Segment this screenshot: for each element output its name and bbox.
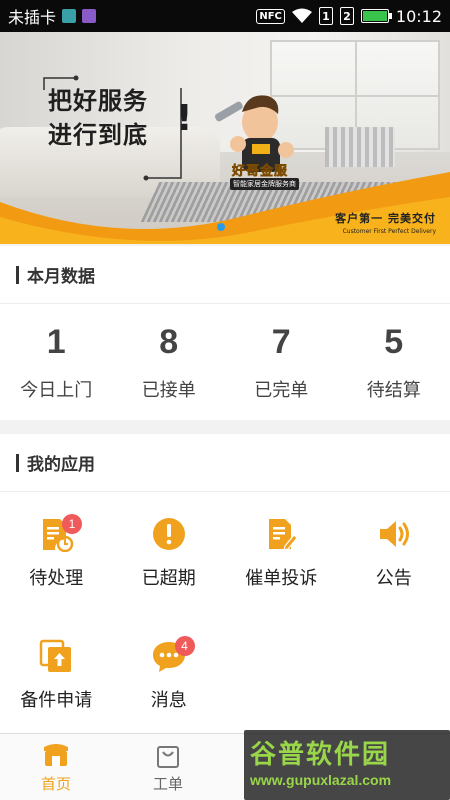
section-header-bar	[16, 453, 19, 472]
stat-value: 1	[46, 322, 66, 361]
shopping-bag-icon	[157, 745, 179, 768]
slogan-line2: 进行到底	[48, 121, 148, 149]
stat-today-visit[interactable]: 1 今日上门	[0, 304, 113, 420]
app-spare-parts[interactable]: 备件申请	[0, 614, 113, 736]
monthly-data-section: 本月数据 1 今日上门 8 已接单 7 已完单 5 待结算	[0, 246, 450, 420]
tagline-cn: 客户第一 完美交付	[335, 212, 436, 225]
doc-edit-icon	[269, 519, 299, 551]
nfc-icon: NFC	[256, 8, 285, 24]
store-icon	[44, 743, 68, 766]
tagline-en: Customer First Perfect Delivery	[342, 228, 436, 235]
app-overdue[interactable]: 已超期	[113, 492, 226, 614]
app-label: 公告	[375, 568, 412, 589]
app-announcement[interactable]: 公告	[338, 492, 450, 614]
stat-label: 已接单	[141, 379, 196, 401]
app-label: 催单投诉	[245, 568, 318, 589]
pending-badge: 1	[62, 514, 82, 534]
stat-value: 7	[271, 322, 291, 361]
stat-label: 已完单	[254, 379, 309, 401]
clock-time: 10:12	[395, 6, 442, 26]
carrier-text: 未插卡	[8, 8, 57, 27]
banner-tagline: 客户第一 完美交付 Customer First Perfect Deliver…	[335, 210, 436, 235]
exclamation-circle-icon	[152, 518, 185, 550]
banner-slogan: 把好服务 进行到底 !	[48, 84, 192, 152]
battery-icon	[360, 9, 392, 23]
nav-label: 首页	[40, 774, 71, 793]
stat-completed[interactable]: 7 已完单	[225, 304, 338, 420]
app-label: 消息	[150, 690, 187, 711]
section-header: 我的应用	[0, 434, 450, 492]
stat-pending-settlement[interactable]: 5 待结算	[338, 304, 450, 420]
app-label: 备件申请	[20, 690, 93, 711]
watermark-url: www.gupuxlazal.com	[250, 772, 392, 788]
section-header: 本月数据	[0, 246, 450, 304]
exclamation-mark: !	[176, 98, 194, 139]
nav-home[interactable]: 首页	[0, 734, 112, 800]
nav-label: 工单	[152, 774, 183, 793]
stat-value: 5	[384, 322, 404, 361]
section-title: 本月数据	[27, 267, 95, 287]
status-bar: 未插卡 NFC 1 2 10:12	[0, 0, 450, 32]
app-label: 待处理	[29, 568, 84, 589]
stat-accepted[interactable]: 8 已接单	[113, 304, 226, 420]
messages-badge: 4	[174, 636, 195, 656]
apps-grid: 1 待处理 已超期 催单投诉 公告 备件申请 4 消息	[0, 492, 450, 736]
app-notification-icon	[62, 9, 77, 23]
section-header-bar	[16, 265, 19, 284]
watermark-title: 谷普软件园	[250, 740, 391, 770]
stat-value: 8	[159, 322, 179, 361]
stats-row: 1 今日上门 8 已接单 7 已完单 5 待结算	[0, 304, 450, 420]
sim2-icon: 2	[339, 7, 354, 25]
wifi-icon	[291, 8, 312, 23]
promo-banner[interactable]: 把好服务 进行到底 ! 好哥金服 智能家居金牌服务商 客户第一 完美交付 Cus…	[0, 32, 450, 244]
upload-copy-icon	[40, 639, 72, 672]
nav-work-orders[interactable]: 工单	[112, 734, 224, 800]
app-messages[interactable]: 4 消息	[113, 614, 226, 736]
app-pending[interactable]: 1 待处理	[0, 492, 113, 614]
gallery-notification-icon	[82, 9, 97, 23]
carousel-indicator-dot[interactable]	[217, 223, 225, 231]
my-apps-section: 我的应用 1 待处理 已超期 催单投诉 公告 备件申请 4 消息	[0, 434, 450, 734]
stat-label: 今日上门	[20, 379, 93, 401]
slogan-line1: 把好服务	[48, 87, 148, 115]
section-title: 我的应用	[27, 455, 95, 475]
app-urge-complaint[interactable]: 催单投诉	[225, 492, 338, 614]
app-label: 已超期	[141, 568, 196, 589]
site-watermark: 谷普软件园 www.gupuxlazal.com	[244, 730, 450, 800]
brand-logo-text: 好哥金服	[232, 164, 289, 180]
sim1-icon: 1	[318, 7, 333, 25]
brand-subtitle: 智能家居金牌服务商	[230, 178, 299, 190]
stat-label: 待结算	[366, 379, 421, 401]
speaker-icon	[379, 521, 409, 547]
